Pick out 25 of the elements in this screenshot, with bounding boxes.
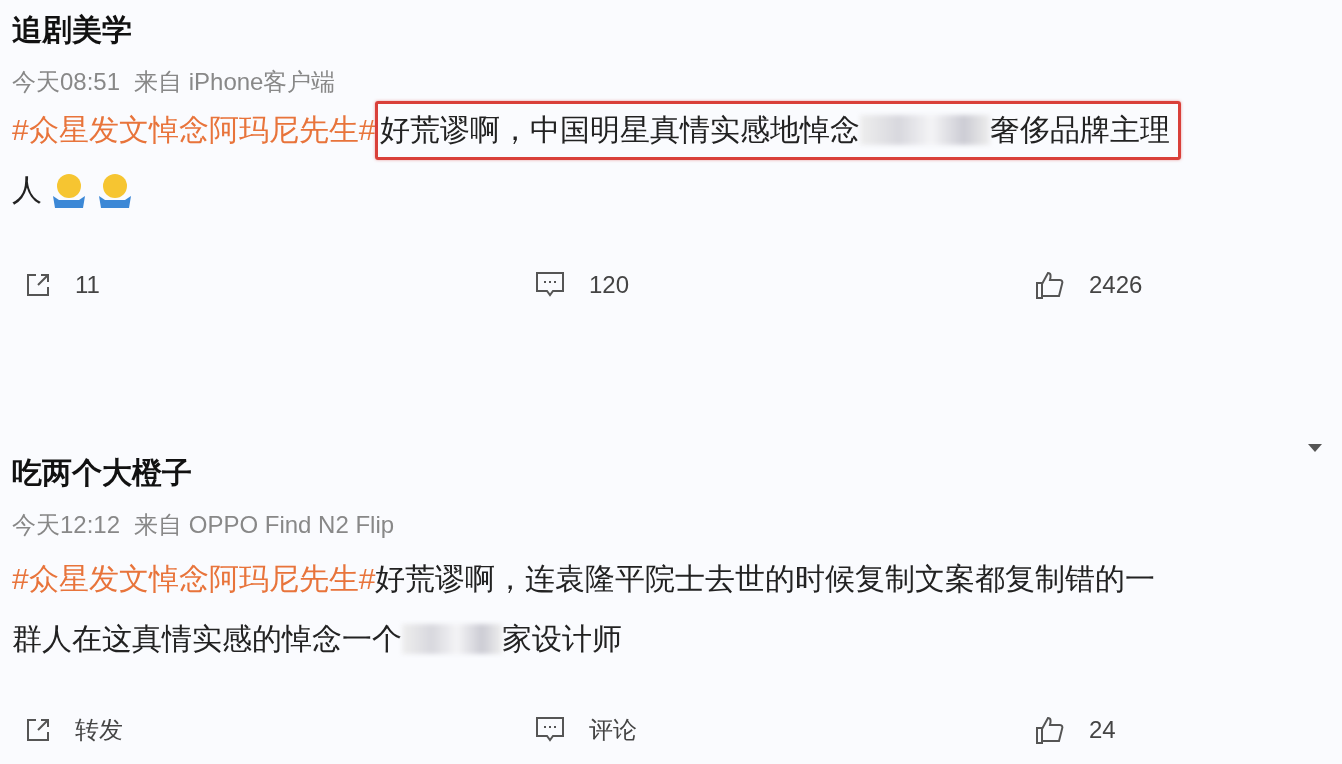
post-text: 群人在这真情实感的悼念一个 <box>12 620 402 657</box>
like-count[interactable]: 24 <box>1089 716 1116 744</box>
share-icon <box>25 717 51 743</box>
comment-icon <box>535 271 565 299</box>
post-text: 好荒谬啊，连袁隆平院士去世的时候复制文案都复制错的一 <box>375 560 1156 597</box>
share-count[interactable]: 11 <box>75 271 100 299</box>
share-count[interactable]: 转发 <box>75 714 123 746</box>
post-time: 今天12:12 <box>12 510 121 540</box>
comment-count[interactable]: 120 <box>589 271 630 299</box>
post-text: 好荒谬啊，中国明星真情实感地悼念 <box>380 111 861 148</box>
author-name[interactable]: 吃两个大橙子 <box>12 453 192 493</box>
post-source: 来自 OPPO Find N2 Flip <box>134 510 395 540</box>
post-source: 来自 iPhone客户端 <box>134 67 336 97</box>
post-time: 今天08:51 <box>12 67 121 97</box>
post-text: 家设计师 <box>502 620 622 657</box>
share-icon <box>25 272 51 298</box>
author-name[interactable]: 追剧美学 <box>12 10 132 50</box>
post-text: 奢侈品牌主理 <box>990 111 1171 148</box>
like-count[interactable]: 2426 <box>1089 271 1143 299</box>
dropdown-caret-icon[interactable] <box>1308 444 1322 452</box>
thumbs-up-icon <box>1035 715 1065 745</box>
comment-count[interactable]: 评论 <box>589 714 637 746</box>
thumbs-up-icon <box>1035 270 1065 300</box>
comment-icon <box>535 716 565 744</box>
post-text: 人 <box>12 171 42 208</box>
